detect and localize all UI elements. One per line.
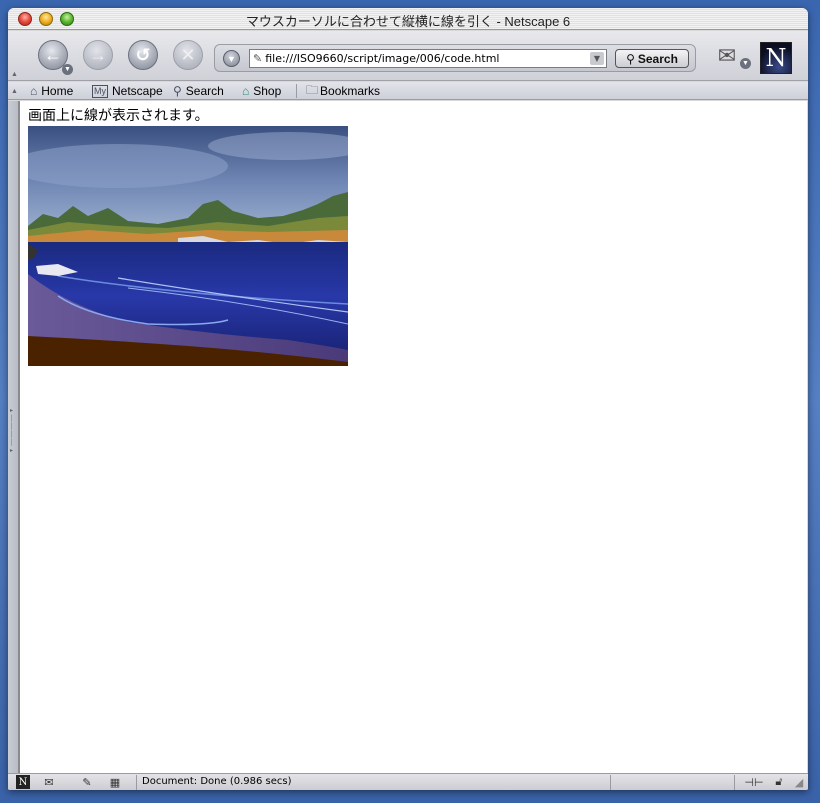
- page-content[interactable]: 画面上に線が表示されます。: [19, 101, 807, 773]
- netscape-navigator-icon[interactable]: N: [16, 775, 30, 789]
- toolbar-item-search[interactable]: ⚲ Search: [173, 83, 224, 99]
- online-connection-icon[interactable]: ⊣⊢: [740, 775, 768, 789]
- arrow-left-icon: ←: [44, 45, 62, 65]
- toolbar-item-bookmarks[interactable]: 🗀 Bookmarks: [306, 83, 380, 99]
- sidebar-grip-icon[interactable]: ▸ │ │ │ │ ▸: [10, 407, 16, 463]
- url-history-dropdown-icon[interactable]: ▼: [223, 50, 240, 67]
- stop-x-icon: ✕: [180, 45, 196, 65]
- back-history-dropdown-icon[interactable]: ▼: [62, 64, 73, 75]
- search-button[interactable]: ⚲ Search: [615, 49, 689, 68]
- resize-grip-icon[interactable]: ◢: [792, 775, 806, 789]
- status-text: Document: Done (0.986 secs): [142, 776, 292, 787]
- status-separator: [136, 775, 137, 790]
- url-text: file:///ISO9660/script/image/006/code.ht…: [265, 52, 500, 65]
- address-book-icon[interactable]: ▦: [106, 775, 124, 789]
- toolbar-item-shop[interactable]: ⌂ Shop: [242, 83, 281, 99]
- reload-button[interactable]: ↺: [128, 40, 158, 70]
- sidebar-toggle-strip[interactable]: ▸ │ │ │ │ ▸: [8, 101, 19, 773]
- mail-dropdown-icon[interactable]: ▼: [740, 58, 751, 69]
- stop-button[interactable]: ✕: [173, 40, 203, 70]
- mail-status-icon[interactable]: ✉: [40, 775, 58, 789]
- mail-icon[interactable]: ✉: [712, 41, 742, 71]
- security-lock-icon[interactable]: 🔓︎: [772, 775, 786, 789]
- page-proxy-icon[interactable]: ✎: [253, 52, 262, 65]
- home-icon: ⌂: [30, 84, 38, 98]
- folder-icon: 🗀: [306, 82, 319, 97]
- status-bar: N ✉ ✎ ▦ Document: Done (0.986 secs) ⊣⊢ 🔓…: [8, 773, 808, 790]
- toolbar-item-netscape[interactable]: My Netscape: [92, 83, 163, 99]
- status-separator: [734, 775, 735, 790]
- shop-icon: ⌂: [242, 84, 250, 98]
- window-title: マウスカーソルに合わせて縦横に線を引く - Netscape 6: [245, 14, 571, 29]
- url-input[interactable]: ✎ file:///ISO9660/script/image/006/code.…: [249, 49, 607, 68]
- toolbar-item-home[interactable]: ⌂ Home: [30, 83, 73, 99]
- composer-icon[interactable]: ✎: [78, 775, 96, 789]
- page-text: 画面上に線が表示されます。: [28, 108, 209, 124]
- personal-toolbar: ▲ ⌂ Home My Netscape ⚲ Search ⌂ Shop 🗀 B…: [8, 82, 808, 100]
- url-bar-panel: ▼ ✎ file:///ISO9660/script/image/006/cod…: [214, 44, 696, 72]
- status-separator: [610, 775, 611, 790]
- navigation-toolbar: ▲ ← ▼ → ↺ ✕ ▼ ✎ file:///ISO9660/script/i…: [8, 31, 808, 81]
- netscape-logo-icon[interactable]: N: [760, 42, 792, 74]
- title-bar[interactable]: マウスカーソルに合わせて縦横に線を引く - Netscape 6: [8, 8, 808, 30]
- landscape-image: [28, 126, 348, 366]
- url-dropdown-icon[interactable]: ▼: [590, 52, 604, 65]
- browser-window: マウスカーソルに合わせて縦横に線を引く - Netscape 6 ▲ ← ▼ →…: [8, 8, 808, 790]
- toolbar-grip-icon[interactable]: ▲: [11, 71, 18, 78]
- reload-icon: ↺: [135, 45, 151, 65]
- toolbar-separator: [296, 84, 297, 98]
- search-icon: ⚲: [173, 84, 182, 98]
- my-netscape-icon: My: [92, 84, 108, 98]
- forward-button[interactable]: →: [83, 40, 113, 70]
- search-button-label: Search: [637, 51, 678, 66]
- personal-toolbar-grip-icon[interactable]: ▲: [11, 88, 18, 95]
- arrow-right-icon: →: [89, 45, 107, 65]
- magnifier-icon: ⚲: [626, 51, 635, 66]
